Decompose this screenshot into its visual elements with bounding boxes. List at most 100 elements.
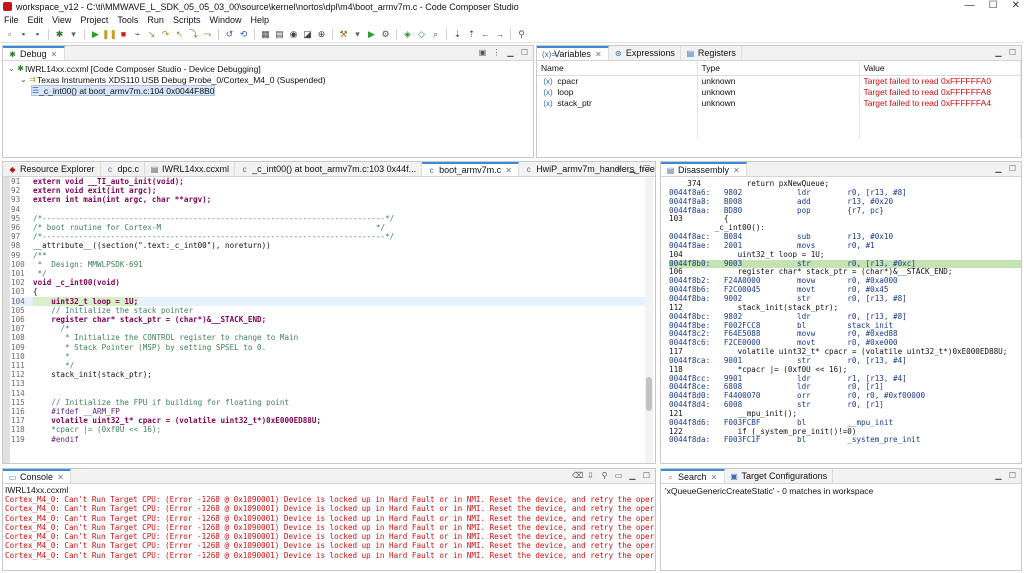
open-resource-icon[interactable]: ◇ [416,29,427,40]
forward-icon[interactable]: → [494,29,505,40]
editor-scrollbar[interactable] [645,177,653,463]
minimize-view-icon[interactable]: ▁ [628,164,637,173]
reset-cpu-icon[interactable]: ↺ [224,29,235,40]
suspend-icon[interactable]: ❚❚ [102,29,117,40]
chevron-down-icon[interactable]: ⌄ [7,64,16,73]
step-into-icon[interactable]: ↘ [146,29,157,40]
code-line[interactable]: 113 [11,379,645,388]
close-button[interactable]: ✕ [1012,0,1020,11]
prev-annotation-icon[interactable]: ⇡ [466,29,477,40]
code-line[interactable]: 109 * Stack Pointer (MSP) by setting SPS… [11,343,645,352]
maximize-view-icon[interactable]: ☐ [642,471,651,480]
code-line[interactable]: 100 * Design: MMWLPSDK-691 [11,260,645,269]
minimize-view-icon[interactable]: ▁ [506,48,515,57]
maximize-button[interactable]: ☐ [989,0,998,11]
maximize-view-icon[interactable]: ☐ [642,164,651,173]
code-line[interactable]: 104 uint32_t loop = 1U; [11,296,645,306]
tree-item-ccxml[interactable]: ⌄ ✱ IWRL14xx.ccxml [Code Composer Studio… [7,63,529,74]
pin-icon[interactable]: ⚲ [516,29,527,40]
save-all-icon[interactable]: ▪ [32,29,43,40]
tab-ccxml[interactable]: ▤ IWRL14xx.ccxml [145,162,236,176]
code-line[interactable]: 92 extern void exit(int argc); [11,186,645,195]
code-line[interactable]: 105 // Initialize the stack pointer [11,306,645,315]
code-line[interactable]: 111 */ [11,361,645,370]
search-icon[interactable]: ⌕ [430,29,441,40]
table-row[interactable]: (x) cpacr unknown Target failed to read … [537,75,1021,87]
more-tabs-icon[interactable]: » [614,164,623,173]
tab-variables[interactable]: (x)= Variables ✕ [537,46,609,60]
table-row[interactable]: (x) loop unknown Target failed to read 0… [537,86,1021,98]
code-line[interactable]: 117 volatile uint32_t* cpacr = (volatile… [11,416,645,425]
maximize-view-icon[interactable]: ☐ [1008,471,1017,480]
code-line[interactable]: 115 // Initialize the FPU if building fo… [11,398,645,407]
column-header-value[interactable]: Value [859,61,1021,76]
close-icon[interactable]: ✕ [710,473,719,482]
external-tools-icon[interactable]: ⚙ [380,29,391,40]
menu-run[interactable]: Run [147,15,164,25]
tab-c-int00-frame[interactable]: c _c_int00() at boot_armv7m.c:103 0x44f.… [235,162,423,176]
tab-dpc-c[interactable]: c dpc.c [101,162,146,176]
assembly-step-into-icon[interactable]: ⤵ [188,29,199,40]
registers-icon[interactable]: ▤ [274,29,285,40]
display-console-icon[interactable]: ▭ [614,471,623,480]
code-line[interactable]: 116 #ifdef __ARM_FP [11,407,645,416]
code-line[interactable]: 112 stack_init(stack_ptr); [11,370,645,379]
resume-icon[interactable]: ▶ [90,29,101,40]
open-type-icon[interactable]: ◈ [402,29,413,40]
disassembly-listing[interactable]: 374 return pxNewQueue; 0044f8a6: 9802 ldr… [661,177,1021,463]
menu-help[interactable]: Help [250,15,269,25]
code-line[interactable]: 98 __attribute__((section(".text:_c_int00… [11,241,645,250]
tab-disassembly[interactable]: ▤ Disassembly ✕ [661,162,748,176]
close-icon[interactable]: ✕ [732,166,741,175]
maximize-view-icon[interactable]: ☐ [1008,48,1017,57]
assembly-step-over-icon[interactable]: ⤳ [202,29,213,40]
save-icon[interactable]: ▪ [18,29,29,40]
collapse-all-icon[interactable]: ▣ [478,48,487,57]
debug-dropdown-icon[interactable]: ▾ [68,29,79,40]
disconnect-icon[interactable]: ⌁ [132,29,143,40]
code-line[interactable]: 107 /* [11,324,645,333]
minimize-view-icon[interactable]: ▁ [628,471,637,480]
column-header-type[interactable]: Type [697,61,860,76]
disassembly-line[interactable]: 0044f8da: F003FC1F bl _system_pre_init [669,436,1021,445]
restart-icon[interactable]: ⟲ [238,29,249,40]
code-line[interactable]: 108 * Initialize the CONTROL register to… [11,333,645,342]
memory-browser-icon[interactable]: ▦ [260,29,271,40]
back-icon[interactable]: ← [480,29,491,40]
tab-search[interactable]: ⌕ Search ✕ [661,469,725,483]
tab-debug[interactable]: ✱ Debug ✕ [3,46,65,60]
menu-edit[interactable]: Edit [28,15,44,25]
minimize-view-icon[interactable]: ▁ [994,48,1003,57]
code-line[interactable]: 99 /** [11,251,645,260]
new-file-icon[interactable]: ▫ [4,29,15,40]
maximize-view-icon[interactable]: ☐ [520,48,529,57]
next-annotation-icon[interactable]: ⇣ [452,29,463,40]
scroll-lock-icon[interactable]: ⇩ [586,471,595,480]
close-icon[interactable]: ✕ [50,50,59,59]
code-line[interactable]: 103 { [11,287,645,296]
tree-item-stack-frame[interactable]: ☰ _c_int00() at boot_armv7m.c:104 0x0044… [31,85,215,96]
code-line[interactable]: 94 [11,205,645,214]
tab-resource-explorer[interactable]: ◆ Resource Explorer [3,162,101,176]
pin-console-icon[interactable]: ⚲ [600,471,609,480]
tree-item-probe[interactable]: ⌄ ⇉ Texas Instruments XDS110 USB Debug P… [7,74,529,85]
tab-expressions[interactable]: ⊛ Expressions [609,46,681,60]
table-row[interactable]: (x) stack_ptr unknown Target failed to r… [537,97,1021,109]
step-return-icon[interactable]: ↖ [174,29,185,40]
minimize-button[interactable]: — [965,0,975,11]
code-line[interactable]: 93 extern int main(int argc, char **argv)… [11,195,645,204]
target-connect-icon[interactable]: ⊕ [316,29,327,40]
run-config-icon[interactable]: ▶ [366,29,377,40]
close-icon[interactable]: ✕ [594,50,603,59]
maximize-view-icon[interactable]: ☐ [1008,164,1017,173]
tab-target-configurations[interactable]: ▣ Target Configurations [725,469,834,483]
code-line[interactable]: 119 #endif [11,435,645,444]
console-output[interactable]: Cortex_M4_0: Can't Run Target CPU: (Erro… [3,495,655,569]
breakpoint-icon[interactable]: ◉ [288,29,299,40]
tab-console[interactable]: ▭ Console ✕ [3,469,72,483]
build-icon[interactable]: ⚒ [338,29,349,40]
code-line[interactable]: 91 extern void __TI_auto_init(void); [11,177,645,186]
step-over-icon[interactable]: ↷ [160,29,171,40]
menu-tools[interactable]: Tools [117,15,138,25]
code-line[interactable]: 102 void _c_int00(void) [11,278,645,287]
